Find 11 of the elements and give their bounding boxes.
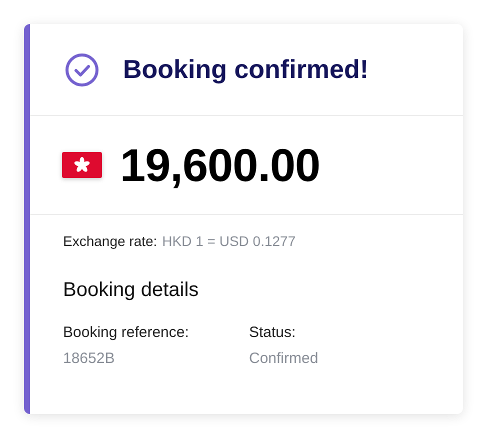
- field-value: Confirmed: [249, 350, 320, 367]
- exchange-rate-value: HKD 1 = USD 0.1277: [162, 233, 296, 249]
- flag-icon: [62, 152, 102, 178]
- field-label: Booking reference:: [63, 324, 190, 341]
- field-label: Status:: [249, 324, 297, 341]
- exchange-rate-label: Exchange rate:: [63, 233, 158, 249]
- details-heading: Booking details: [63, 279, 200, 302]
- confirmation-title: Booking confirmed!: [123, 54, 369, 85]
- check-circle-icon: [65, 52, 99, 86]
- amount-value: 19,600.00: [120, 138, 320, 192]
- field-value: 18652B: [63, 350, 116, 367]
